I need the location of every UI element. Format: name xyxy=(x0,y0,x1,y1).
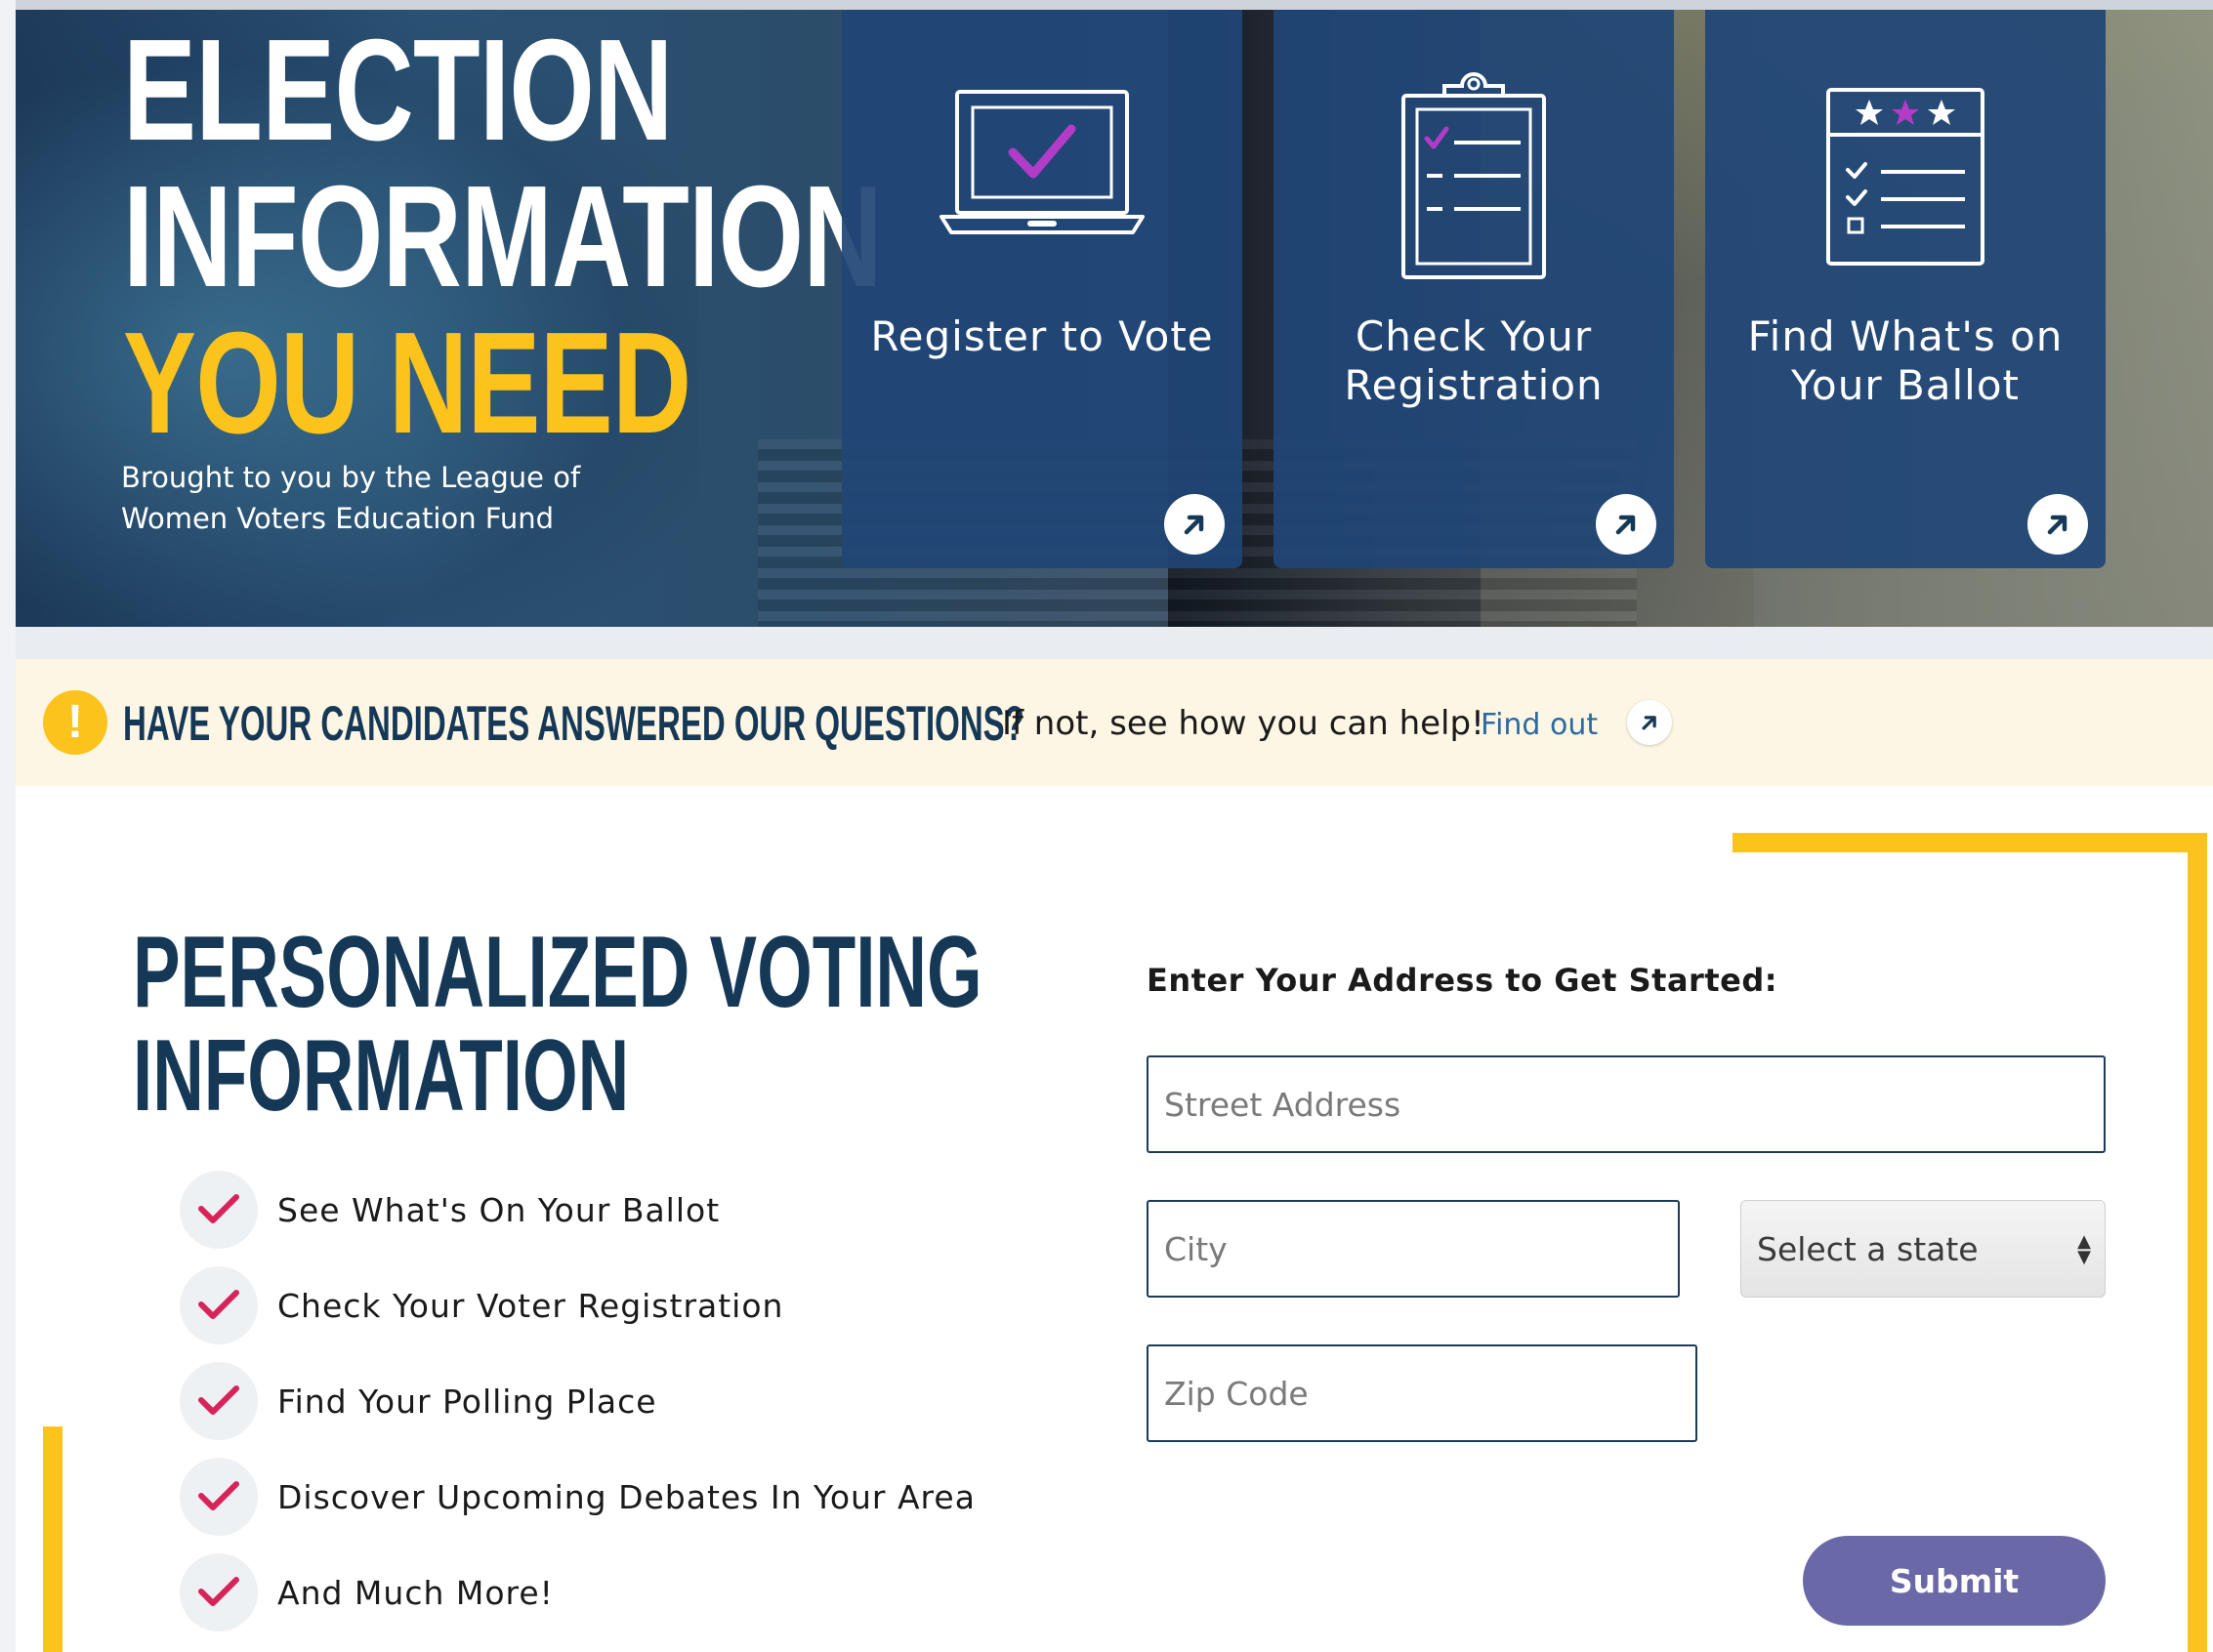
section-title-line2: INFORMATION xyxy=(133,1019,630,1133)
arrow-up-right-icon xyxy=(1164,494,1225,555)
clipboard-checklist-icon xyxy=(1274,68,1674,279)
find-out-link[interactable]: Find out xyxy=(1481,706,1598,745)
list-item: Find Your Polling Place xyxy=(180,1353,976,1449)
street-address-input[interactable] xyxy=(1147,1055,2106,1153)
check-icon xyxy=(180,1553,258,1631)
laptop-check-icon xyxy=(842,88,1242,264)
benefit-text: And Much More! xyxy=(277,1573,554,1612)
decorative-yellow-bar-right xyxy=(2188,833,2207,1652)
section-title-line1: PERSONALIZED VOTING xyxy=(133,916,982,1029)
list-item: Discover Upcoming Debates In Your Area xyxy=(180,1449,976,1545)
alert-heading: HAVE YOUR CANDIDATES ANSWERED OUR QUESTI… xyxy=(123,696,1024,751)
card-register-to-vote[interactable]: Register to Vote xyxy=(842,10,1242,568)
hero-title-line2: INFORMATION xyxy=(123,156,883,317)
card-check-registration[interactable]: Check Your Registration xyxy=(1274,10,1674,568)
hero-title-line1: ELECTION xyxy=(123,10,673,171)
address-form-label: Enter Your Address to Get Started: xyxy=(1147,962,1778,999)
check-icon xyxy=(180,1362,258,1440)
browser-top-edge xyxy=(0,0,2213,10)
ballot-stars-icon xyxy=(1705,84,2106,266)
list-item: Check Your Voter Registration xyxy=(180,1258,976,1353)
decorative-yellow-bar-top xyxy=(1733,833,2207,852)
hero-title-line3: YOU NEED xyxy=(123,303,691,464)
list-item: And Much More! xyxy=(180,1545,976,1640)
arrow-up-right-icon xyxy=(1596,494,1656,555)
benefit-text: Find Your Polling Place xyxy=(277,1382,657,1421)
hero-title: ELECTION INFORMATION YOU NEED xyxy=(123,10,883,464)
benefit-text: Discover Upcoming Debates In Your Area xyxy=(277,1477,976,1516)
benefits-list: See What's On Your Ballot Check Your Vot… xyxy=(180,1162,976,1640)
arrow-up-right-icon[interactable] xyxy=(1627,700,1672,745)
alert-text: If not, see how you can help! xyxy=(1002,704,1484,743)
section-title: PERSONALIZED VOTING INFORMATION xyxy=(133,921,982,1128)
check-icon xyxy=(180,1458,258,1536)
personalized-voting-section: PERSONALIZED VOTING INFORMATION See What… xyxy=(16,786,2213,1652)
card-label: Register to Vote xyxy=(870,312,1214,360)
decorative-yellow-bar-left xyxy=(43,1426,63,1652)
state-select[interactable]: Select a state ▲ ▼ xyxy=(1740,1200,2106,1298)
page-left-margin xyxy=(0,0,16,1652)
arrow-up-right-icon xyxy=(2027,494,2088,555)
submit-button[interactable]: Submit xyxy=(1803,1536,2106,1626)
select-arrows-icon: ▲ ▼ xyxy=(2077,1231,2091,1267)
benefit-text: See What's On Your Ballot xyxy=(277,1190,721,1229)
card-find-ballot[interactable]: Find What's on Your Ballot xyxy=(1705,10,2106,568)
check-icon xyxy=(180,1266,258,1344)
hero-subtitle: Brought to you by the League of Women Vo… xyxy=(121,461,581,535)
card-label: Check Your Registration xyxy=(1344,312,1604,409)
candidates-alert-bar: ! HAVE YOUR CANDIDATES ANSWERED OUR QUES… xyxy=(16,659,2213,786)
benefit-text: Check Your Voter Registration xyxy=(277,1286,784,1325)
check-icon xyxy=(180,1171,258,1249)
state-select-value: Select a state xyxy=(1757,1229,1979,1268)
city-input[interactable] xyxy=(1147,1200,1680,1298)
hero-banner: ELECTION INFORMATION YOU NEED Brought to… xyxy=(16,10,2213,627)
zip-code-input[interactable] xyxy=(1147,1344,1697,1442)
list-item: See What's On Your Ballot xyxy=(180,1162,976,1258)
card-label: Find What's on Your Ballot xyxy=(1747,312,2064,409)
exclamation-icon: ! xyxy=(43,690,107,755)
